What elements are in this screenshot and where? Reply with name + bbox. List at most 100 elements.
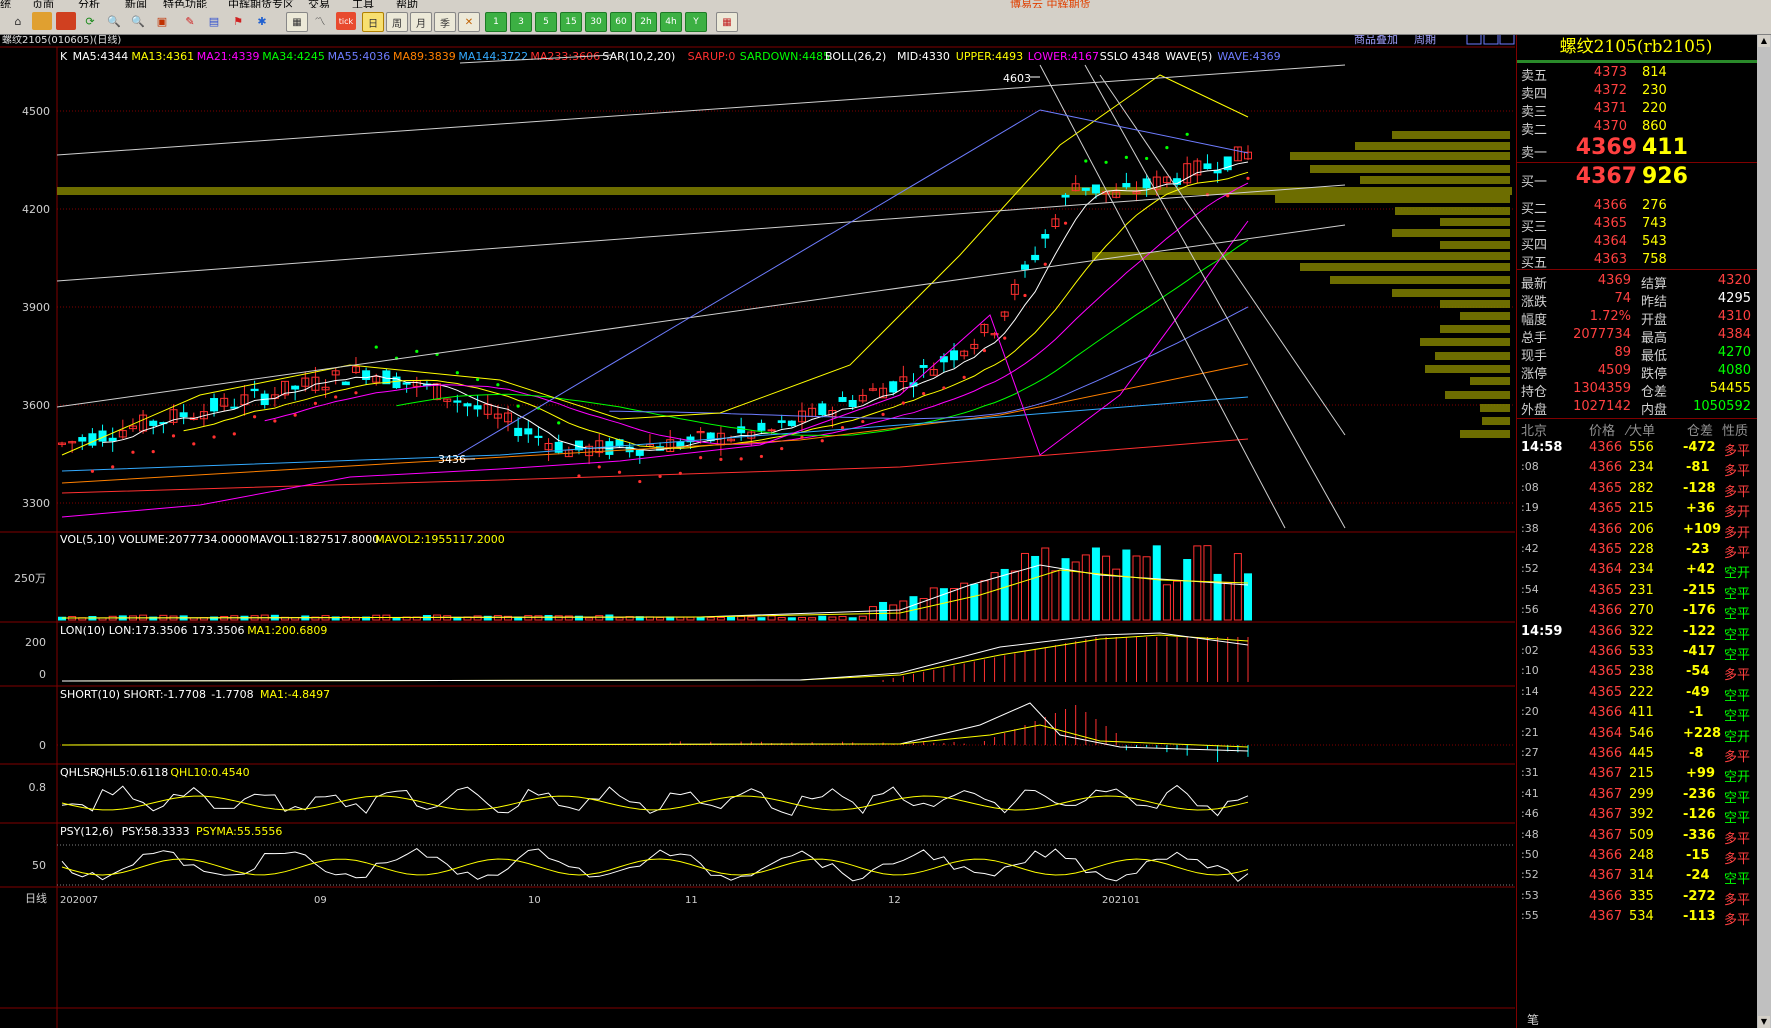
menu-item-6[interactable]: 交易 (308, 0, 330, 8)
bid-row-0[interactable]: 买一 4367 926 (1517, 163, 1757, 193)
period-season-button[interactable]: 季 (434, 12, 456, 32)
sar-dot (212, 435, 216, 439)
tick-row: :08 4365 282 -128 多平 (1517, 479, 1757, 500)
tick-time: :52 (1521, 868, 1539, 882)
sar-dot (1084, 159, 1088, 163)
menu-item-4[interactable]: 新闻 (125, 0, 147, 8)
period-15m-button[interactable]: 15 (560, 12, 582, 32)
bid-row-1[interactable]: 买二 4366 276 (1517, 195, 1757, 217)
volume-profile-bar (1392, 131, 1510, 139)
candle (787, 420, 796, 427)
stat-label: 持仓 (1521, 385, 1548, 400)
bid-row-2[interactable]: 买三 4365 743 (1517, 213, 1757, 235)
period-5m-button[interactable]: 5 (535, 12, 557, 32)
menu-item-5[interactable]: 中辉期货专区 (228, 0, 294, 8)
stat-label: 最新 (1521, 277, 1548, 292)
ask-row-1[interactable]: 卖四 4372 230 (1517, 80, 1757, 102)
chart-title: 螺纹2105(010605)(日线) (2, 35, 121, 46)
tick-time: :14 (1521, 684, 1539, 698)
scroll-down-icon[interactable]: ▼ (1758, 1016, 1770, 1028)
line-chart-icon[interactable]: 〽 (310, 12, 330, 30)
ask-row-2[interactable]: 卖三 4371 220 (1517, 98, 1757, 120)
stat-label: 最高 (1641, 331, 1668, 346)
tick-row: :52 4367 314 -24 空平 (1517, 866, 1757, 887)
tick-volume: 335 (1629, 888, 1654, 904)
period-2h-button[interactable]: 2h (635, 12, 657, 32)
tick-price: 4366 (1589, 848, 1623, 863)
stat-7: 外盘 1027142 (1517, 399, 1637, 418)
stat-label: 涨跌 (1521, 295, 1548, 310)
tick-nature: 空平 (1724, 709, 1751, 725)
period-3m-button[interactable]: 3 (510, 12, 532, 32)
period-30m-button[interactable]: 30 (585, 12, 607, 32)
tick-volume: 299 (1629, 786, 1654, 802)
folder-icon[interactable] (32, 12, 52, 30)
tick-oi-change: -236 (1683, 786, 1716, 802)
tick-time: :20 (1521, 705, 1539, 719)
tick-volume: 556 (1629, 440, 1654, 455)
candle (848, 400, 857, 408)
tick-time: :08 (1521, 460, 1539, 474)
stat-label: 幅度 (1521, 313, 1548, 328)
stat-value: 74 (1614, 291, 1631, 306)
period-y-button[interactable]: Y (685, 12, 707, 32)
tick-oi-change: -417 (1683, 644, 1716, 659)
sar-dot (597, 465, 601, 469)
sar-dot (1246, 176, 1250, 180)
stat-label: 内盘 (1641, 403, 1668, 418)
window-icon[interactable]: ▣ (152, 12, 172, 30)
period-x-button[interactable]: ✕ (458, 12, 480, 32)
period-day-button[interactable]: 日 (362, 12, 384, 32)
candle (1203, 163, 1212, 170)
bid-row-4[interactable]: 买五 4363 758 (1517, 249, 1757, 271)
tick-price: 4365 (1589, 501, 1623, 517)
calendar-icon[interactable]: ▦ (716, 12, 738, 32)
draw-pen-icon[interactable]: ✎ (180, 12, 200, 30)
menu-item-3[interactable]: 特色功能 (163, 0, 207, 8)
menu-item-7[interactable]: 工具 (352, 0, 374, 8)
tick-header-3: 仓差 (1687, 424, 1714, 439)
tick-row: 14:58 4366 556 -472 多平 (1517, 438, 1757, 459)
period-week-button[interactable]: 周 (386, 12, 408, 32)
refresh-icon[interactable]: ⟳ (80, 12, 100, 30)
menu-item-0[interactable]: 统 (0, 0, 11, 8)
volume-profile-bar (1440, 300, 1510, 308)
ask-row-4[interactable]: 卖一 4369 411 (1517, 134, 1757, 162)
bid-row-3[interactable]: 买四 4364 543 (1517, 231, 1757, 253)
x-axis-label: 202007 (60, 895, 98, 906)
tick-price: 4365 (1589, 480, 1623, 496)
stat-label: 开盘 (1641, 313, 1668, 328)
volume-bar (1122, 549, 1131, 621)
tick-icon[interactable]: tick (336, 12, 356, 30)
sar-dot (374, 345, 378, 349)
quote-icon[interactable] (56, 12, 76, 30)
indicator-icon[interactable]: ▤ (204, 12, 224, 30)
table-icon[interactable]: ▦ (286, 12, 308, 32)
candle (1142, 178, 1151, 189)
chart-tool-icon[interactable]: ✱ (252, 12, 272, 30)
zoom-in-icon[interactable]: 🔍 (104, 12, 124, 30)
price-axis-label: 4500 (22, 105, 50, 118)
tick-time: :41 (1521, 786, 1539, 800)
candle (950, 350, 959, 361)
volume-bar (1244, 573, 1252, 621)
period-1m-button[interactable]: 1 (485, 12, 507, 32)
stat2-4: 最低 4270 (1637, 345, 1757, 364)
candle (838, 397, 847, 402)
vertical-scrollbar[interactable]: ▲ ▼ (1757, 35, 1771, 1028)
zoom-out-icon[interactable]: 🔍 (128, 12, 148, 30)
kline-chart-area[interactable]: 螺纹2105(010605)(日线) 商品叠加 周期 4500 4200 3900 3600… (0, 35, 1515, 1028)
ask-row-3[interactable]: 卖二 4370 860 (1517, 116, 1757, 138)
period-month-button[interactable]: 月 (410, 12, 432, 32)
menu-item-2[interactable]: 分析 (78, 0, 100, 8)
ask-row-0[interactable]: 卖五 4373 814 (1517, 62, 1757, 84)
menu-item-1[interactable]: 页面 (32, 0, 54, 8)
period-4h-button[interactable]: 4h (660, 12, 682, 32)
stat2-0: 结算 4320 (1637, 273, 1757, 292)
menu-item-8[interactable]: 帮助 (396, 0, 418, 8)
scroll-up-icon[interactable]: ▲ (1758, 35, 1770, 47)
pin-icon[interactable]: ⚑ (228, 12, 248, 30)
chart-canvas[interactable]: 螺纹2105(010605)(日线) 商品叠加 周期 4500 4200 3900 3600… (0, 35, 1515, 1028)
home-icon[interactable]: ⌂ (8, 12, 28, 30)
period-60m-button[interactable]: 60 (610, 12, 632, 32)
